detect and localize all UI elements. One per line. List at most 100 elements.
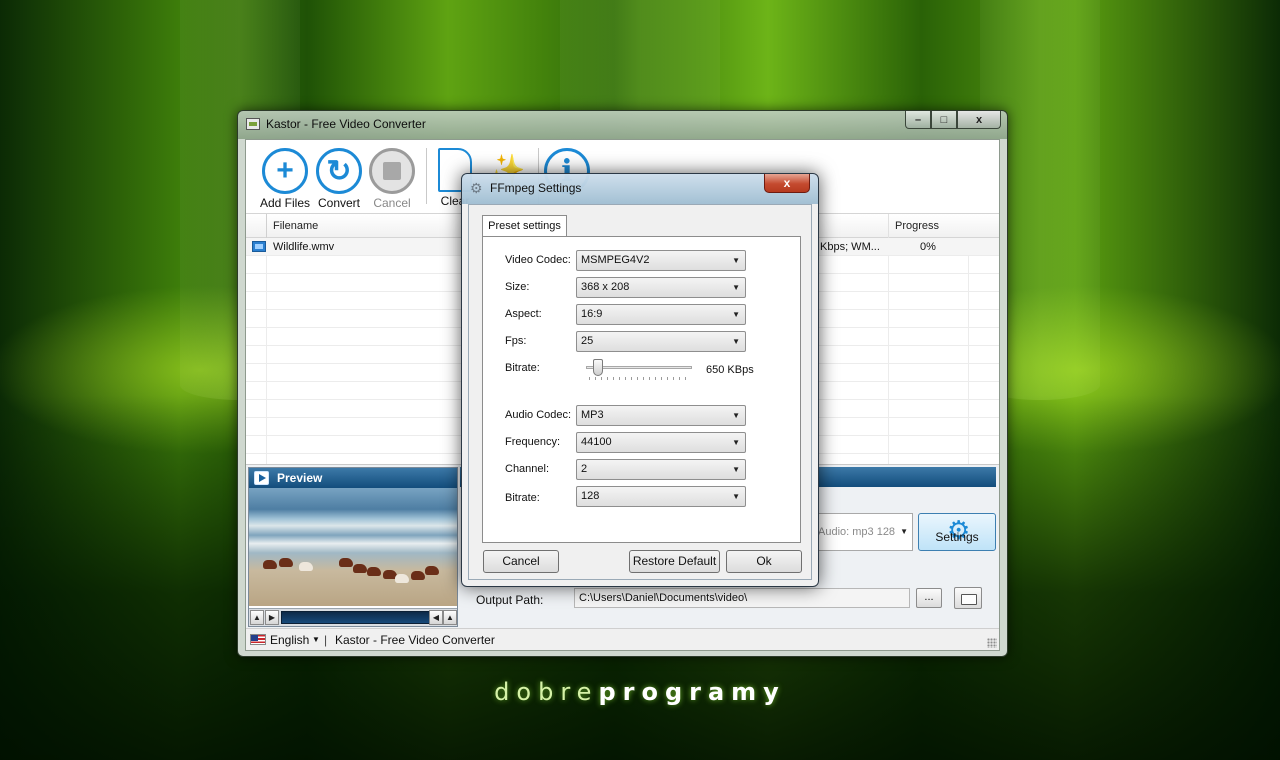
channel-label: Channel:: [505, 463, 550, 475]
slider-ticks: [589, 377, 691, 380]
aspect-value: 16:9: [581, 308, 603, 320]
channel-value: 2: [581, 463, 588, 475]
row-info: Kbps; WM...: [820, 241, 880, 253]
convert-button[interactable]: ↻ Convert: [312, 148, 366, 210]
output-path-input[interactable]: C:\Users\Daniel\Documents\video\: [574, 588, 910, 608]
status-bar: English ▼ | Kastor - Free Video Converte…: [246, 628, 999, 650]
dropdown-arrow-icon: ▼: [732, 438, 740, 447]
horse-shape: [299, 562, 313, 571]
film-icon: [252, 241, 266, 252]
horse-shape: [395, 574, 409, 583]
video-bitrate-label: Bitrate:: [505, 362, 540, 374]
settings-label: Settings: [935, 530, 979, 544]
horse-shape: [263, 560, 277, 569]
slider-thumb[interactable]: [593, 359, 603, 376]
preview-header: Preview: [249, 468, 457, 488]
add-files-label: Add Files: [259, 196, 311, 210]
brand-logo: dobreprogramy: [494, 678, 786, 706]
audio-codec-select[interactable]: MP3 ▼: [576, 405, 746, 426]
dialog-close-button[interactable]: x: [764, 174, 810, 193]
fps-select[interactable]: 25 ▼: [576, 331, 746, 352]
dropdown-arrow-icon: ▼: [732, 465, 740, 474]
row-filename: Wildlife.wmv: [273, 241, 335, 253]
browse-button[interactable]: ...: [916, 588, 942, 608]
caret-down-icon[interactable]: ▼: [312, 629, 320, 651]
dialog-cancel-button[interactable]: Cancel: [483, 550, 559, 573]
preview-forward-button[interactable]: ▲: [443, 610, 457, 625]
preset-settings-panel: Video Codec: MSMPEG4V2 ▼ Size: 368 x 208…: [482, 236, 801, 543]
preview-spin-button[interactable]: ▲: [250, 610, 264, 625]
app-icon: [246, 118, 260, 130]
aspect-select[interactable]: 16:9 ▼: [576, 304, 746, 325]
dropdown-arrow-icon: ▼: [732, 256, 740, 265]
fps-label: Fps:: [505, 335, 527, 347]
frequency-value: 44100: [581, 436, 612, 448]
horse-shape: [411, 571, 425, 580]
dialog-body: Preset settings Video Codec: MSMPEG4V2 ▼…: [468, 204, 812, 580]
horse-shape: [353, 564, 367, 573]
status-text: Kastor - Free Video Converter: [335, 633, 495, 647]
channel-select[interactable]: 2 ▼: [576, 459, 746, 480]
ok-button[interactable]: Ok: [726, 550, 802, 573]
toolbar-separator: [426, 148, 427, 204]
horse-shape: [339, 558, 353, 567]
video-bitrate-slider[interactable]: [586, 359, 694, 380]
window-title: Kastor - Free Video Converter: [266, 117, 426, 131]
ffmpeg-settings-dialog: ⚙ FFmpeg Settings x Preset settings Vide…: [461, 173, 819, 587]
audio-bitrate-select[interactable]: 128 ▼: [576, 486, 746, 507]
refresh-circle-icon: ↻: [316, 148, 362, 194]
fps-value: 25: [581, 335, 594, 347]
preview-seek-bar[interactable]: [281, 611, 431, 624]
stop-circle-icon: [369, 148, 415, 194]
dropdown-arrow-icon: ▼: [732, 310, 740, 319]
frequency-label: Frequency:: [505, 436, 561, 448]
convert-label: Convert: [317, 196, 361, 210]
preview-panel: Preview ▲ ▶ ◀ ▲: [248, 467, 458, 627]
close-button[interactable]: x: [957, 111, 1001, 129]
preview-title: Preview: [277, 471, 323, 485]
video-codec-label: Video Codec:: [505, 254, 571, 266]
row-progress: 0%: [920, 241, 936, 253]
column-filename[interactable]: Filename: [266, 214, 466, 238]
add-files-button[interactable]: + Add Files: [258, 148, 312, 210]
profile-select[interactable]: Audio: mp3 128: [811, 513, 913, 551]
minimize-button[interactable]: –: [905, 111, 931, 129]
video-codec-select[interactable]: MSMPEG4V2 ▼: [576, 250, 746, 271]
audio-codec-value: MP3: [581, 409, 604, 421]
dropdown-arrow-icon: ▼: [732, 492, 740, 501]
maximize-button[interactable]: □: [931, 111, 957, 129]
frequency-select[interactable]: 44100 ▼: [576, 432, 746, 453]
horse-shape: [279, 558, 293, 567]
preview-play-button[interactable]: ▶: [265, 610, 279, 625]
audio-bitrate-value: 128: [581, 490, 600, 502]
resize-grip[interactable]: [987, 638, 997, 648]
horse-shape: [367, 567, 381, 576]
gear-icon: ⚙: [470, 180, 483, 196]
restore-default-button[interactable]: Restore Default: [629, 550, 720, 573]
window-controls: – □ x: [905, 111, 1001, 129]
tab-preset-settings[interactable]: Preset settings: [482, 215, 567, 237]
horse-shape: [425, 566, 439, 575]
preview-back-button[interactable]: ◀: [429, 610, 443, 625]
status-separator: |: [324, 633, 328, 647]
cancel-button[interactable]: Cancel: [365, 148, 419, 210]
audio-bitrate-label: Bitrate:: [505, 492, 540, 504]
play-icon: [254, 471, 269, 485]
column-progress[interactable]: Progress: [888, 214, 999, 238]
language-select[interactable]: English: [270, 629, 309, 651]
video-bitrate-value: 650 KBps: [706, 364, 754, 376]
settings-button[interactable]: ⚙ Settings: [918, 513, 996, 551]
preview-video-frame: [249, 488, 457, 606]
dropdown-arrow-icon: ▼: [732, 411, 740, 420]
preview-controls: ▲ ▶ ◀ ▲: [249, 608, 457, 626]
dropdown-arrow-icon: ▼: [732, 283, 740, 292]
size-label: Size:: [505, 281, 530, 293]
size-value: 368 x 208: [581, 281, 630, 293]
audio-codec-label: Audio Codec:: [505, 409, 572, 421]
dropdown-arrow-icon: ▼: [732, 337, 740, 346]
dialog-title: FFmpeg Settings: [490, 181, 582, 195]
aspect-label: Aspect:: [505, 308, 542, 320]
plus-circle-icon: +: [262, 148, 308, 194]
open-folder-button[interactable]: [954, 587, 982, 609]
size-select[interactable]: 368 x 208 ▼: [576, 277, 746, 298]
